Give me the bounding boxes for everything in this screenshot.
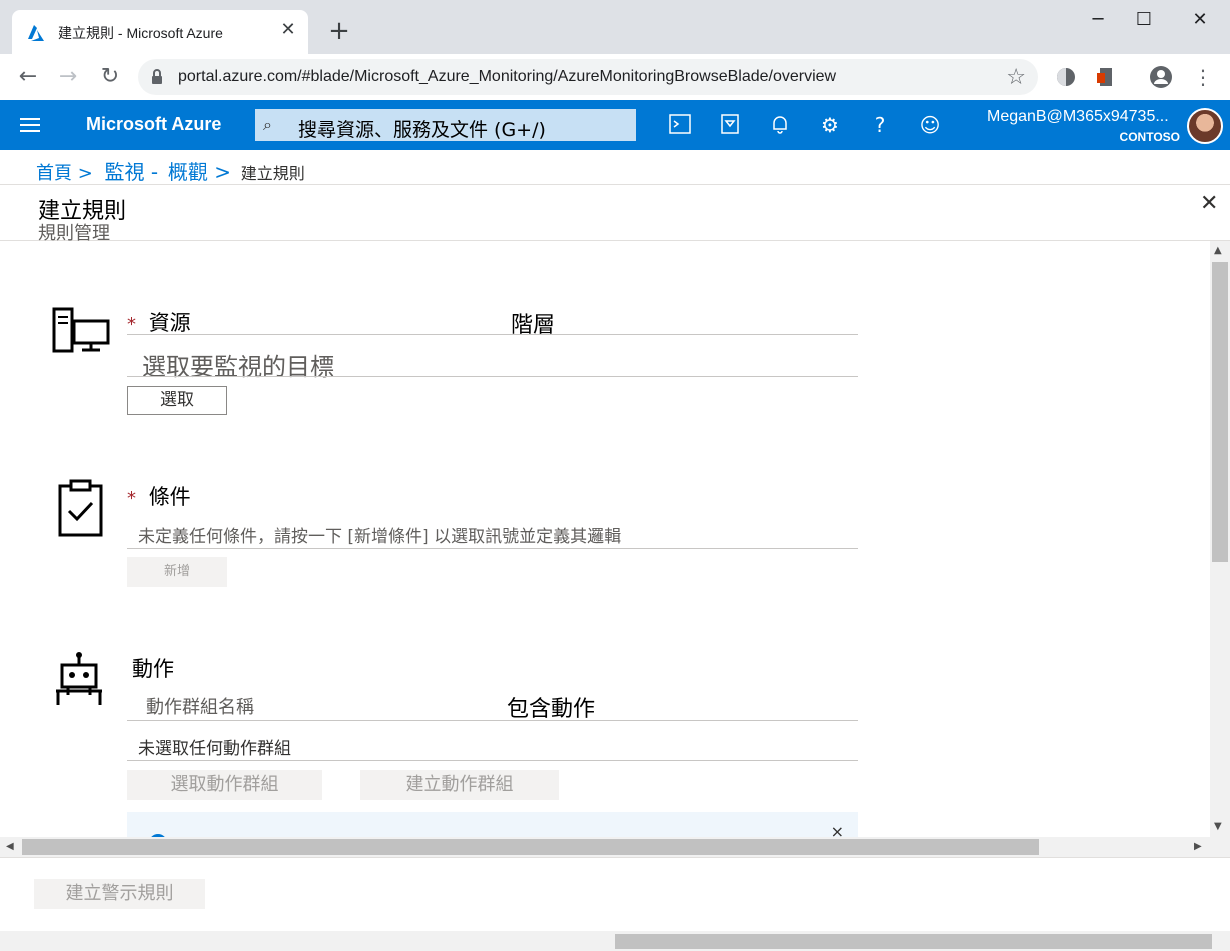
horizontal-scroll-thumb[interactable]: [22, 839, 1039, 855]
resource-label: * 資源: [127, 311, 191, 335]
breadcrumb: 首頁 > 監視 - 概觀 > 建立規則: [36, 156, 305, 184]
resource-computer-icon: [52, 307, 110, 353]
breadcrumb-current: 建立規則: [240, 164, 305, 183]
reload-icon[interactable]: ↻: [97, 64, 123, 90]
url-text: portal.azure.com/#blade/Microsoft_Azure_…: [178, 68, 837, 85]
window-close-button[interactable]: ✕: [1177, 8, 1223, 32]
divider: [127, 720, 858, 721]
vertical-scroll-thumb[interactable]: [1212, 262, 1228, 562]
info-banner: ×: [127, 812, 858, 837]
page-horizontal-scrollbar[interactable]: [0, 931, 1230, 951]
directory-filter-icon[interactable]: [718, 113, 742, 137]
forward-icon[interactable]: →: [55, 64, 81, 90]
office-extension-icon[interactable]: [1094, 65, 1118, 89]
add-condition-button[interactable]: 新增: [127, 557, 227, 587]
global-search-input[interactable]: ⌕ 搜尋資源、服務及文件 (G+/): [255, 109, 636, 141]
avatar[interactable]: [1187, 108, 1223, 144]
breadcrumb-home[interactable]: 首頁 >: [36, 163, 93, 184]
required-marker: *: [127, 488, 136, 509]
profile-icon[interactable]: [1149, 65, 1173, 89]
scroll-down-arrow-icon[interactable]: ▼: [1214, 821, 1222, 832]
condition-clipboard-icon: [58, 479, 103, 537]
select-resource-button[interactable]: 選取: [127, 386, 227, 415]
new-tab-button[interactable]: +: [326, 18, 352, 44]
info-banner-close-icon[interactable]: ×: [831, 822, 844, 837]
hamburger-menu-icon[interactable]: [20, 116, 40, 134]
settings-gear-icon[interactable]: ⚙: [818, 113, 842, 137]
required-marker: *: [127, 314, 136, 335]
blade-header: 建立規則 規則管理 ✕: [0, 184, 1230, 244]
create-action-group-button[interactable]: 建立動作群組: [360, 770, 559, 800]
actions-label: 動作: [132, 657, 174, 681]
divider: [127, 760, 858, 761]
feedback-smiley-icon[interactable]: ☺: [918, 113, 942, 137]
blade-close-icon[interactable]: ✕: [1200, 193, 1222, 215]
condition-empty-message: 未定義任何條件，請按一下 [新增條件] 以選取訊號並定義其邏輯: [138, 527, 622, 547]
breadcrumb-monitor[interactable]: 監視 -: [105, 160, 159, 184]
cloud-shell-icon[interactable]: [668, 113, 692, 137]
user-tenant: CONTOSO: [1119, 130, 1180, 144]
condition-label: * 條件: [127, 485, 191, 509]
user-account-name[interactable]: MeganB@M365x94735...: [987, 108, 1169, 126]
horizontal-scrollbar[interactable]: ◀ ▶: [0, 837, 1230, 857]
notifications-bell-icon[interactable]: [768, 113, 792, 137]
divider: [127, 376, 858, 377]
search-placeholder: 搜尋資源、服務及文件 (G+/): [298, 119, 546, 141]
scroll-left-arrow-icon[interactable]: ◀: [6, 841, 14, 852]
divider: [127, 548, 858, 549]
help-icon[interactable]: ?: [868, 113, 892, 137]
blade-footer: 建立警示規則: [0, 857, 1230, 931]
browser-titlebar: 建立規則 - Microsoft Azure ✕ + ─ ☐ ✕: [0, 0, 1230, 54]
bookmark-star-icon[interactable]: ☆: [1006, 65, 1026, 90]
azure-logo-icon: [28, 25, 44, 41]
lock-icon: [152, 69, 162, 84]
divider: [127, 334, 858, 335]
browser-tab[interactable]: 建立規則 - Microsoft Azure ✕: [12, 10, 308, 54]
search-icon: ⌕: [263, 115, 272, 134]
page-horizontal-scroll-thumb[interactable]: [615, 934, 1212, 949]
tab-close-icon[interactable]: ✕: [278, 20, 298, 40]
breadcrumb-overview[interactable]: 概觀 >: [168, 160, 231, 184]
browser-toolbar: ← → ↻ portal.azure.com/#blade/Microsoft_…: [0, 54, 1230, 100]
back-icon[interactable]: ←: [15, 64, 41, 90]
scroll-up-arrow-icon[interactable]: ▲: [1214, 245, 1222, 256]
action-group-name-column-header: 動作群組名稱: [146, 697, 254, 718]
contains-actions-column-header: 包含動作: [507, 697, 596, 722]
tab-title: 建立規則 - Microsoft Azure: [58, 25, 223, 41]
minimize-button[interactable]: ─: [1075, 8, 1121, 32]
select-action-group-button[interactable]: 選取動作群組: [127, 770, 322, 800]
menu-more-icon[interactable]: ⋮: [1190, 64, 1216, 90]
azure-brand[interactable]: Microsoft Azure: [86, 114, 221, 135]
maximize-button[interactable]: ☐: [1121, 8, 1167, 32]
no-action-groups-message: 未選取任何動作群組: [138, 739, 291, 759]
create-alert-rule-button[interactable]: 建立警示規則: [34, 879, 205, 909]
extension-icon[interactable]: [1054, 65, 1078, 89]
create-rule-form: * 資源 階層 選取要監視的目標 選取 * 條件 未定義任何條件，請按一下 [新…: [0, 241, 1210, 837]
vertical-scrollbar[interactable]: ▲ ▼: [1210, 241, 1230, 837]
azure-header: Microsoft Azure ⌕ 搜尋資源、服務及文件 (G+/) ⚙ ? ☺…: [0, 100, 1230, 150]
scroll-right-arrow-icon[interactable]: ▶: [1194, 841, 1202, 852]
address-bar[interactable]: portal.azure.com/#blade/Microsoft_Azure_…: [138, 59, 1038, 95]
action-robot-icon: [56, 652, 102, 705]
